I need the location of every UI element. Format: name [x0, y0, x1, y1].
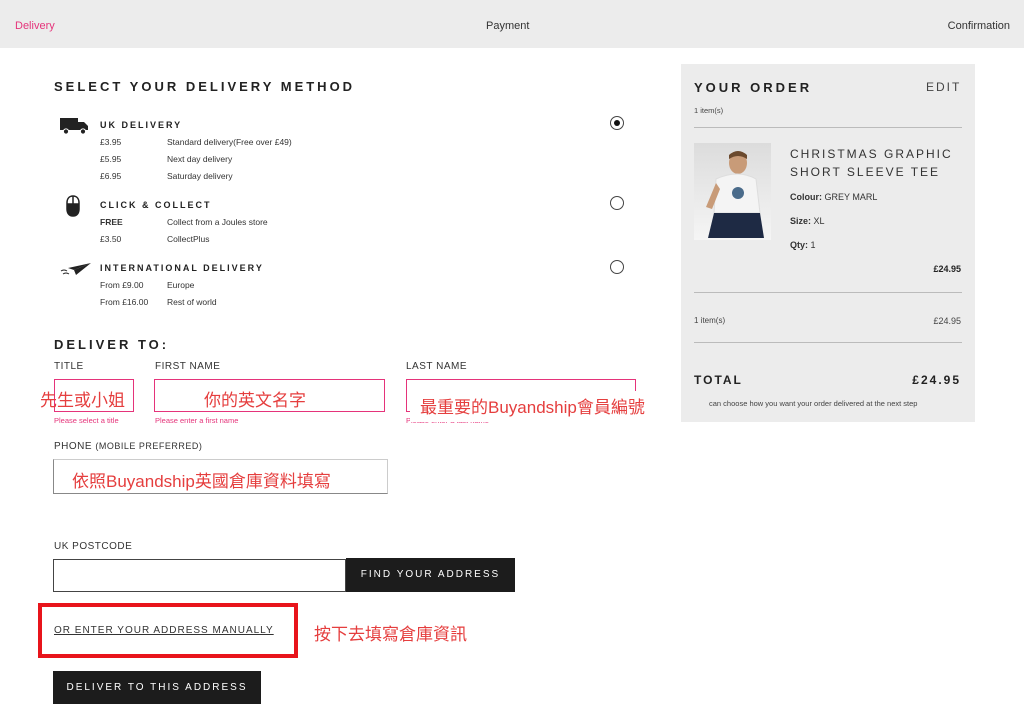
subtotal-label: 1 item(s)	[694, 316, 726, 325]
title-label: TITLE	[54, 361, 84, 372]
divider	[694, 342, 962, 343]
intl-desc-1: Europe	[167, 280, 195, 290]
your-order-title: YOUR ORDER	[694, 80, 813, 95]
phone-annotation: 依照Buyandship英國倉庫資料填寫	[72, 472, 331, 491]
order-item-count: 1 item(s)	[694, 106, 724, 115]
delivery-method-title: SELECT YOUR DELIVERY METHOD	[54, 79, 356, 94]
method-click-collect: CLICK & COLLECT	[100, 200, 212, 210]
step-delivery[interactable]: Delivery	[15, 20, 55, 32]
intl-price-2: From £16.00	[100, 297, 149, 307]
deliver-to-title: DELIVER TO:	[54, 337, 170, 352]
intl-price-1: From £9.00	[100, 280, 144, 290]
find-address-button[interactable]: FIND YOUR ADDRESS	[346, 558, 515, 592]
edit-order-link[interactable]: EDIT	[926, 80, 961, 94]
phone-label: PHONE (MOBILE PREFERRED)	[54, 441, 202, 452]
product-image	[694, 143, 771, 240]
product-photo-icon	[706, 151, 764, 238]
title-error: Please select a title	[54, 416, 119, 425]
postcode-input[interactable]	[53, 559, 346, 592]
size-value: XL	[813, 216, 825, 226]
phone-label-main: PHONE	[54, 441, 93, 452]
uk-desc-3: Saturday delivery	[167, 171, 233, 181]
step-confirmation[interactable]: Confirmation	[948, 20, 1010, 32]
last-name-label: LAST NAME	[406, 361, 467, 372]
qty-value: 1	[810, 240, 816, 250]
product-name-line1: CHRISTMAS GRAPHIC	[790, 147, 953, 161]
product-qty: Qty: 1	[790, 240, 816, 250]
last-name-annotation: 最重要的Buyandship會員編號	[410, 391, 655, 422]
colour-label: Colour:	[790, 192, 822, 202]
product-price: £24.95	[933, 264, 961, 274]
method-uk-delivery: UK DELIVERY	[100, 120, 183, 130]
checkout-steps: Delivery Payment Confirmation	[0, 0, 1024, 48]
paper-plane-icon	[60, 263, 91, 275]
product-size: Size: XL	[790, 216, 825, 226]
uk-price-2: £5.95	[100, 154, 122, 164]
size-label: Size:	[790, 216, 812, 226]
radio-international[interactable]	[610, 260, 624, 274]
first-name-label: FIRST NAME	[155, 361, 221, 372]
uk-desc-1: Standard delivery(Free over £49)	[167, 137, 292, 147]
divider	[694, 292, 962, 293]
delivery-note: can choose how you want your order deliv…	[709, 399, 918, 408]
total-value: £24.95	[912, 373, 961, 387]
first-name-error: Please enter a first name	[155, 416, 239, 425]
phone-label-sub: (MOBILE PREFERRED)	[95, 441, 203, 451]
intl-desc-2: Rest of world	[167, 297, 217, 307]
cc-price-2: £3.50	[100, 234, 122, 244]
divider	[694, 127, 962, 128]
method-international: INTERNATIONAL DELIVERY	[100, 263, 264, 273]
radio-click-collect[interactable]	[610, 196, 624, 210]
product-colour: Colour: GREY MARL	[790, 192, 877, 202]
truck-icon	[60, 118, 88, 135]
title-annotation: 先生或小姐	[40, 391, 125, 410]
uk-desc-2: Next day delivery	[167, 154, 233, 164]
cc-price-1: FREE	[100, 217, 123, 227]
cc-desc-1: Collect from a Joules store	[167, 217, 268, 227]
qty-label: Qty:	[790, 240, 808, 250]
manual-annotation: 按下去填寫倉庫資訊	[314, 625, 467, 644]
step-payment[interactable]: Payment	[486, 20, 529, 32]
radio-uk-delivery[interactable]	[610, 116, 624, 130]
first-name-annotation: 你的英文名字	[204, 391, 306, 410]
uk-price-3: £6.95	[100, 171, 122, 181]
enter-address-manually-link[interactable]: OR ENTER YOUR ADDRESS MANUALLY	[54, 625, 274, 636]
postcode-label: UK POSTCODE	[54, 541, 133, 552]
subtotal-value: £24.95	[933, 316, 961, 326]
uk-price-1: £3.95	[100, 137, 122, 147]
mouse-icon	[66, 195, 80, 217]
order-summary	[681, 64, 975, 422]
deliver-to-address-button[interactable]: DELIVER TO THIS ADDRESS	[53, 671, 261, 704]
cc-desc-2: CollectPlus	[167, 234, 210, 244]
colour-value: GREY MARL	[824, 192, 878, 202]
product-name-line2: SHORT SLEEVE TEE	[790, 165, 941, 179]
total-label: TOTAL	[694, 373, 743, 387]
